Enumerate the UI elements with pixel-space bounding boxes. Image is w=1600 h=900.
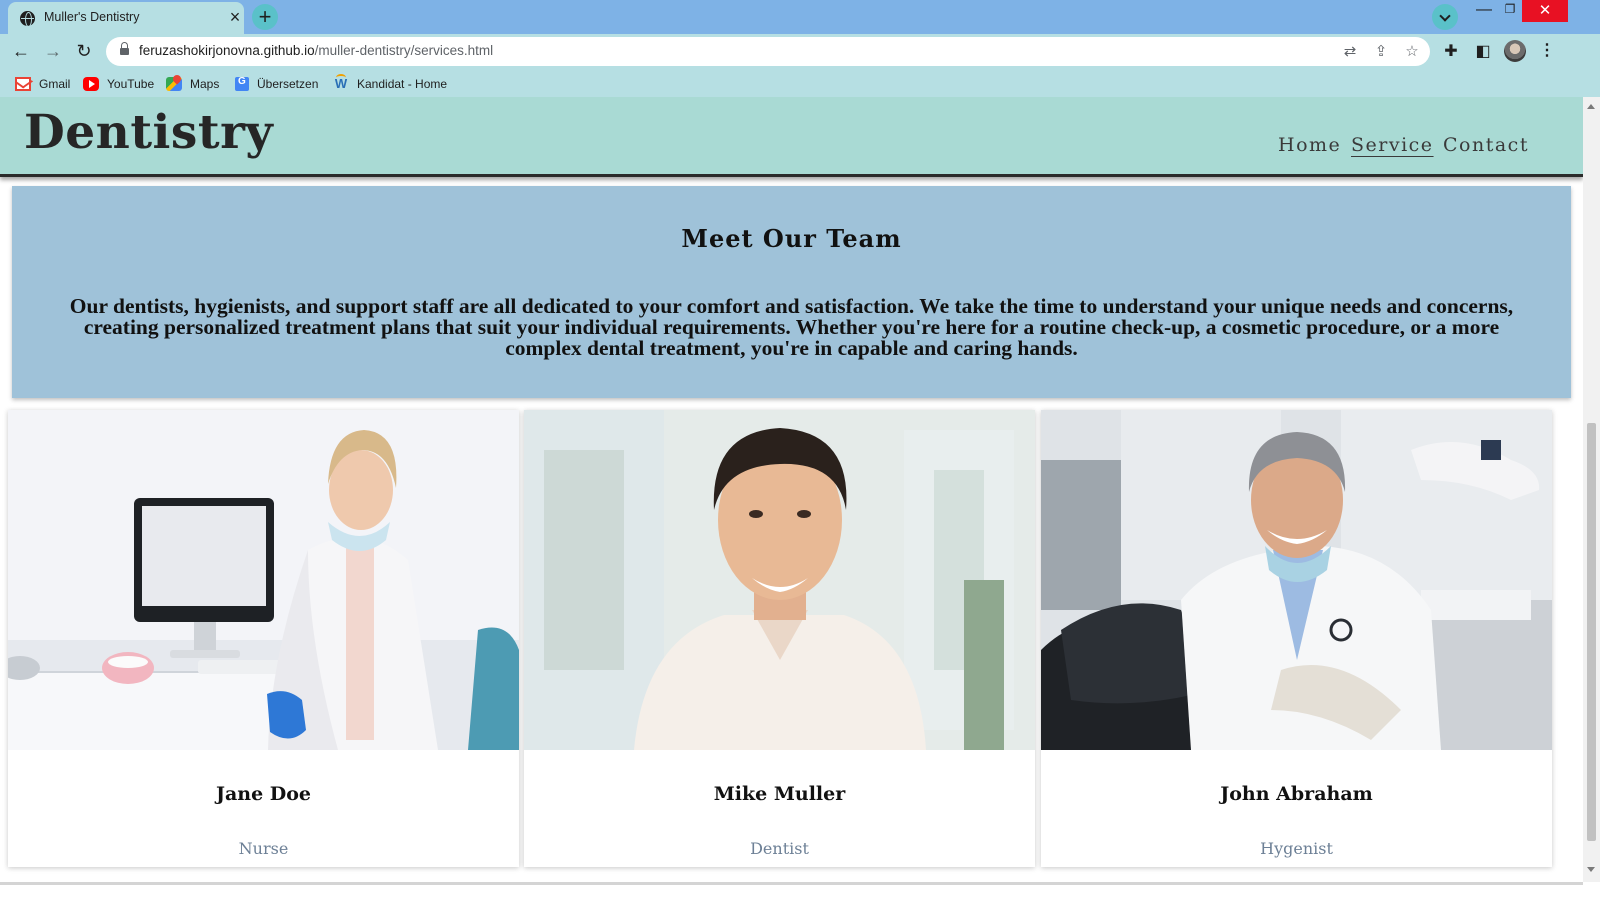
browser-menu-icon[interactable]: ⋮ xyxy=(1536,40,1558,62)
scrollbar-thumb[interactable] xyxy=(1587,423,1596,841)
gmail-icon xyxy=(15,77,31,91)
bookmarks-bar: Gmail YouTube Maps Übersetzen W Kandidat… xyxy=(0,69,1600,97)
team-photo xyxy=(524,410,1035,750)
bookmark-label: Maps xyxy=(190,77,220,91)
back-button[interactable]: ← xyxy=(9,40,33,62)
nav-service-link[interactable]: Service xyxy=(1351,134,1434,156)
member-role: Nurse xyxy=(238,839,289,858)
lock-icon[interactable] xyxy=(120,42,129,56)
scroll-down-arrow-icon[interactable] xyxy=(1587,867,1595,872)
bookmark-maps[interactable]: Maps xyxy=(166,75,219,93)
page-scrollbar[interactable] xyxy=(1583,97,1600,882)
globe-icon xyxy=(20,11,35,27)
browser-tab[interactable]: Muller's Dentistry × xyxy=(8,2,244,34)
youtube-icon xyxy=(83,77,99,91)
bookmark-label: Kandidat - Home xyxy=(357,77,448,91)
bookmark-label: Gmail xyxy=(39,77,71,91)
member-name: Jane Doe xyxy=(215,783,312,805)
profile-avatar[interactable] xyxy=(1504,40,1526,62)
new-tab-button[interactable]: + xyxy=(252,4,278,30)
browser-titlebar: Muller's Dentistry × + — ❐ ✕ xyxy=(0,0,1600,34)
url-host: feruzashokirjonovna.github.io xyxy=(139,43,315,58)
url-text[interactable]: feruzashokirjonovna.github.io/muller-den… xyxy=(139,43,493,58)
reload-button[interactable]: ↻ xyxy=(72,40,96,62)
bookmark-youtube[interactable]: YouTube xyxy=(83,75,154,93)
meet-team-panel: Meet Our Team Our dentists, hygienists, … xyxy=(12,186,1571,398)
page-bottom-edge xyxy=(0,882,1583,885)
restore-button[interactable]: ❐ xyxy=(1500,2,1520,24)
translate-icon xyxy=(235,76,249,91)
member-name: John Abraham xyxy=(1220,783,1373,805)
url-path: /muller-dentistry/services.html xyxy=(314,43,494,58)
team-card: John Abraham Hygenist xyxy=(1041,410,1552,867)
nav-contact-link[interactable]: Contact xyxy=(1443,134,1529,156)
close-tab-icon[interactable]: × xyxy=(226,7,244,27)
browser-toolbar: ← → ↻ feruzashokirjonovna.github.io/mull… xyxy=(0,34,1600,69)
forward-button[interactable]: → xyxy=(41,40,65,62)
address-bar[interactable]: feruzashokirjonovna.github.io/muller-den… xyxy=(106,37,1430,66)
bookmark-kandidat[interactable]: W Kandidat - Home xyxy=(333,74,448,93)
minimize-button[interactable]: — xyxy=(1474,1,1494,25)
section-title: Meet Our Team xyxy=(681,224,902,253)
page-viewport: Dentistry Home Service Contact Meet Our … xyxy=(0,97,1600,900)
team-description: Our dentists, hygienists, and support st… xyxy=(69,294,1514,360)
kandidat-icon: W xyxy=(334,74,348,91)
maps-icon xyxy=(166,77,182,91)
member-name: Mike Muller xyxy=(713,783,846,805)
team-photo xyxy=(1041,410,1552,750)
bookmark-gmail[interactable]: Gmail xyxy=(15,75,70,93)
team-card: Mike Muller Dentist xyxy=(524,410,1035,867)
bookmark-translate[interactable]: Übersetzen xyxy=(235,75,318,93)
site-logo[interactable]: Dentistry xyxy=(24,105,273,160)
nav-home-link[interactable]: Home xyxy=(1278,134,1341,156)
member-role: Hygenist xyxy=(1260,839,1333,858)
bookmark-label: Übersetzen xyxy=(257,77,319,91)
share-icon[interactable]: ⇪ xyxy=(1371,42,1391,62)
team-card: Jane Doe Nurse xyxy=(8,410,519,867)
tab-title: Muller's Dentistry xyxy=(44,10,140,24)
site-header: Dentistry Home Service Contact xyxy=(0,97,1583,177)
member-role: Dentist xyxy=(750,839,809,858)
bookmark-star-icon[interactable]: ☆ xyxy=(1402,42,1422,62)
translate-page-icon[interactable]: ⇄ xyxy=(1340,42,1360,62)
side-panel-icon[interactable]: ◧ xyxy=(1472,41,1494,63)
scroll-up-arrow-icon[interactable] xyxy=(1587,104,1595,109)
window-close-button[interactable]: ✕ xyxy=(1522,0,1568,22)
bookmark-label: YouTube xyxy=(107,77,155,91)
extensions-icon[interactable]: ✚ xyxy=(1440,41,1462,63)
team-photo xyxy=(8,410,519,750)
tab-search-button[interactable] xyxy=(1432,4,1458,30)
